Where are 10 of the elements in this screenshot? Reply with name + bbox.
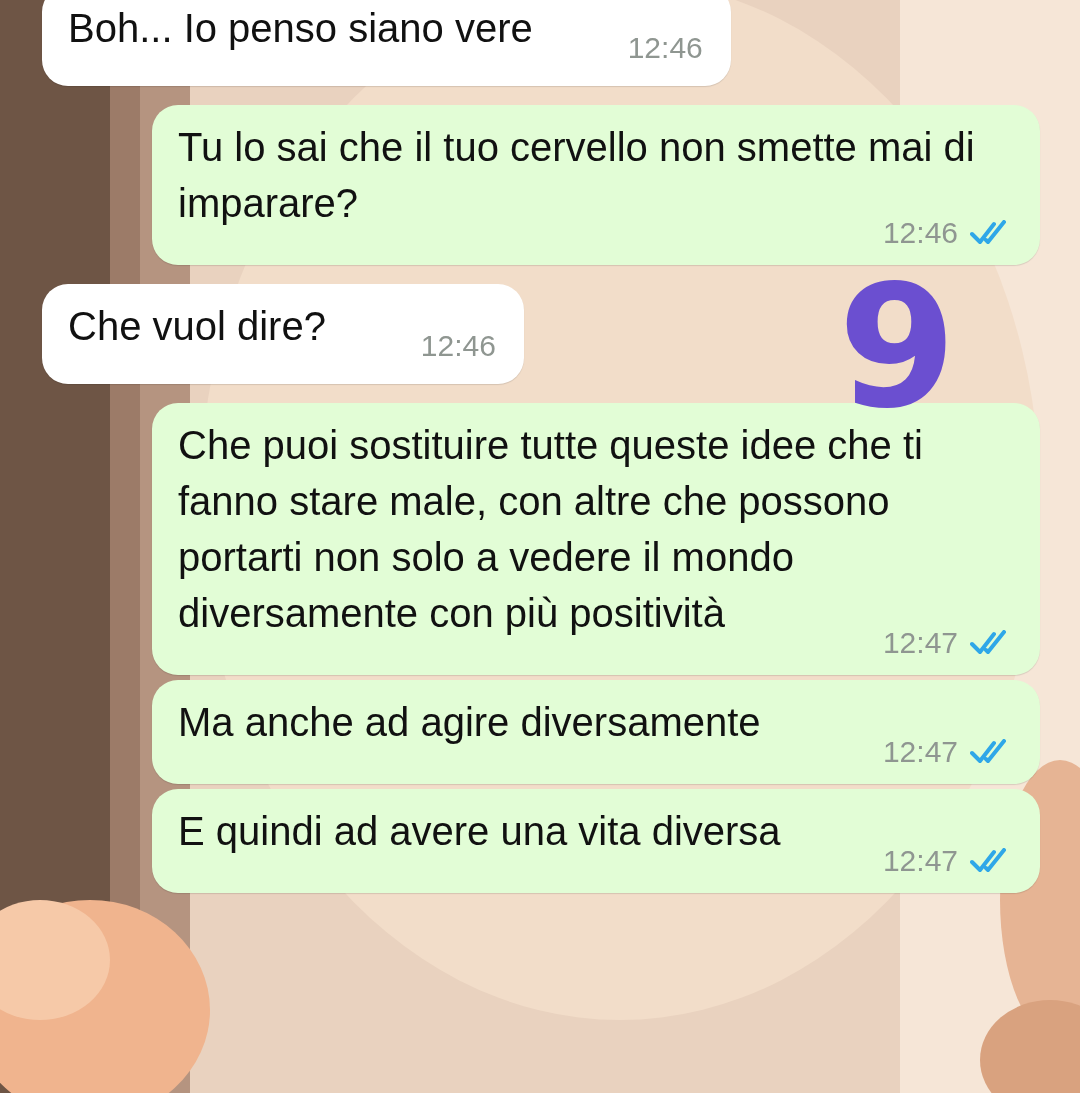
message-text: Boh... Io penso siano vere [68, 6, 533, 50]
message-time: 12:47 [882, 734, 958, 770]
message-text: E quindi ad avere una vita diversa [178, 809, 781, 853]
message-time: 12:47 [882, 843, 958, 879]
message-time: 12:46 [627, 30, 703, 66]
message-text: Ma anche ad agire diversamente [178, 700, 761, 744]
message-time: 12:46 [420, 328, 496, 364]
message-text: Che vuol dire? [68, 304, 326, 348]
message-time: 12:46 [882, 215, 958, 251]
message-time: 12:47 [882, 625, 958, 661]
